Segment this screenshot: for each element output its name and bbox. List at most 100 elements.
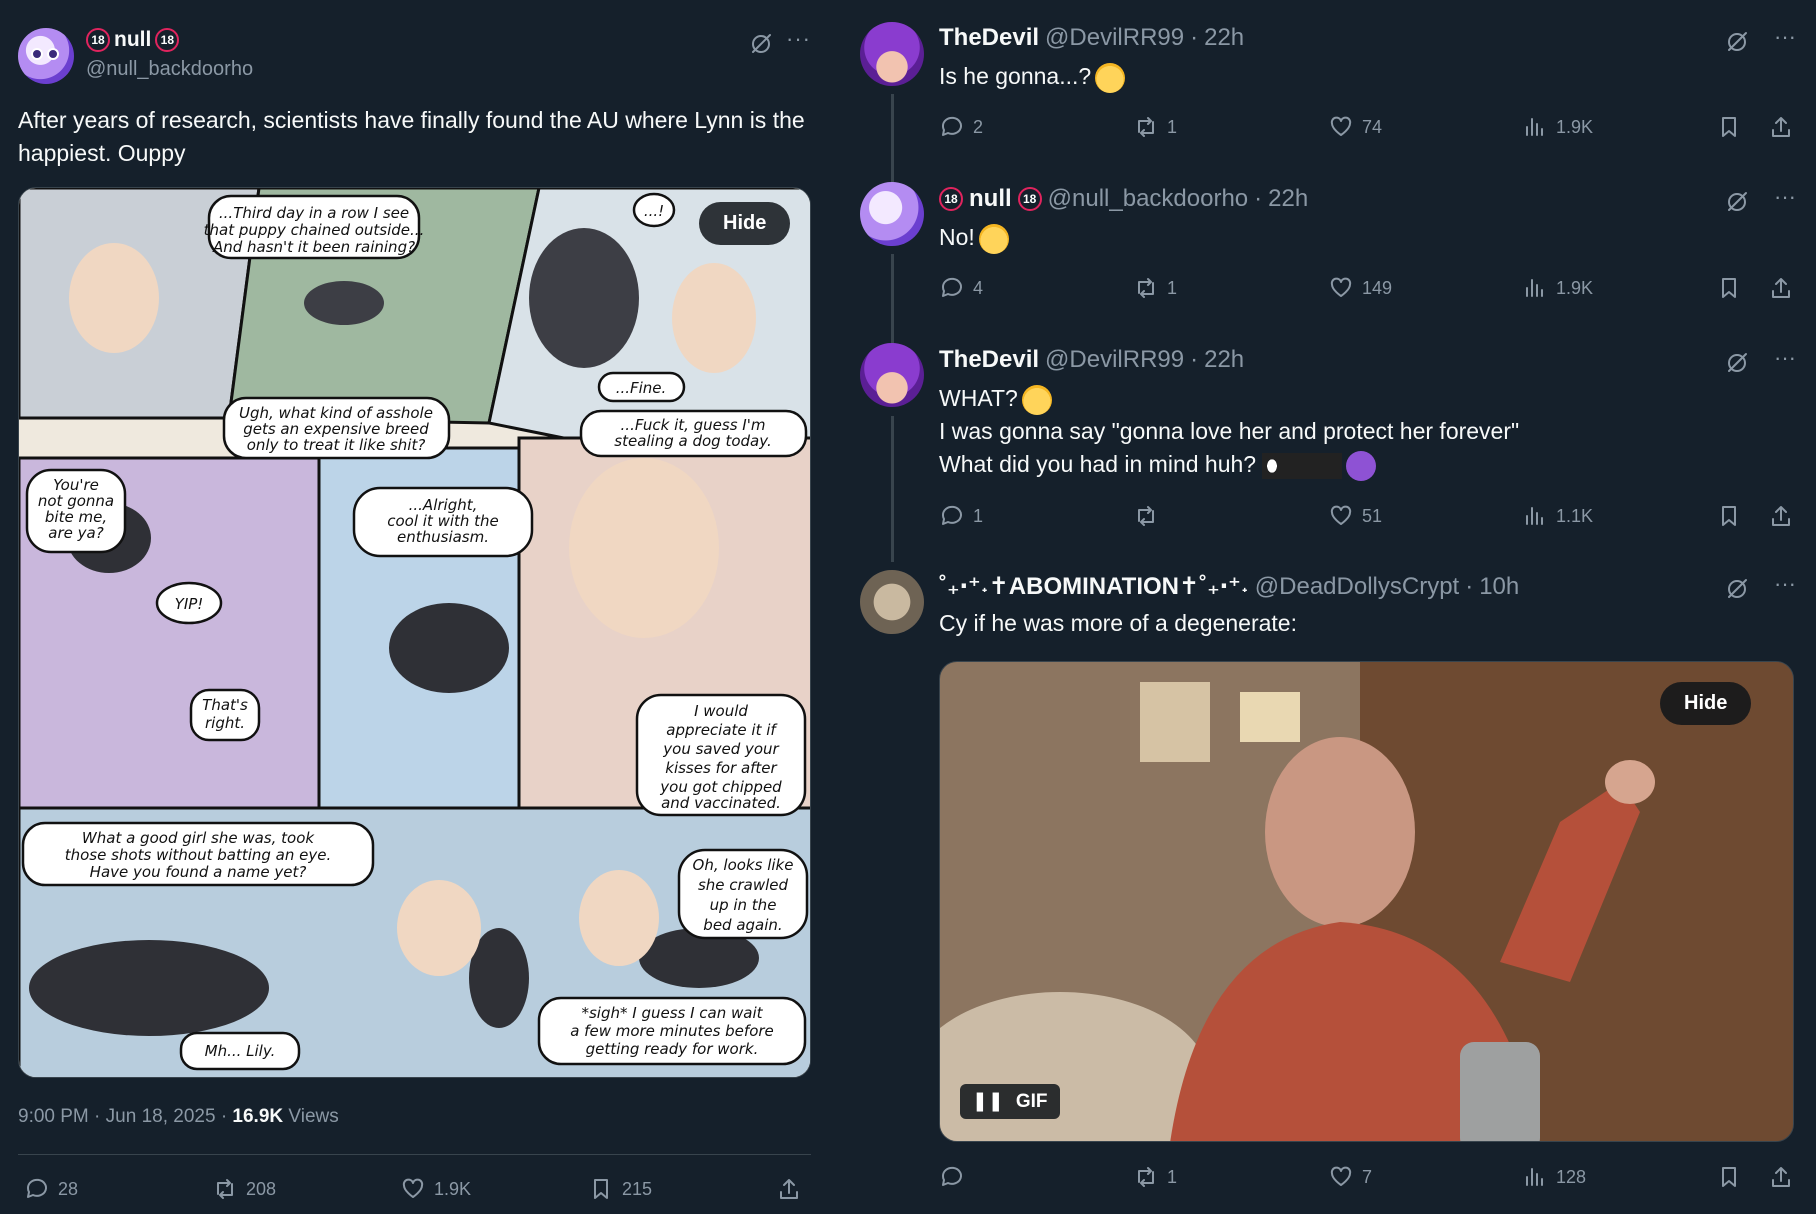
badge-18-icon: 18	[155, 28, 180, 52]
badge-18-icon: 18	[1017, 187, 1042, 211]
heart-icon	[1330, 505, 1352, 525]
share-button[interactable]	[776, 1176, 802, 1202]
post-time[interactable]: 9:00 PM	[18, 1106, 89, 1127]
post-time[interactable]: 22h	[1204, 24, 1244, 52]
more-options-icon[interactable]: ···	[1774, 24, 1796, 50]
svg-text:Mh... Lily.: Mh... Lily.	[205, 1042, 276, 1060]
thread-line	[891, 416, 894, 562]
more-options-icon[interactable]: ···	[1774, 571, 1796, 597]
more-options-icon[interactable]: ···	[786, 26, 811, 52]
author-handle[interactable]: @DevilRR99	[1045, 346, 1184, 374]
author-name[interactable]: TheDevil	[939, 24, 1039, 52]
share-icon	[1772, 1167, 1790, 1187]
svg-text:you saved your: you saved your	[662, 740, 779, 758]
svg-text:and vaccinated.: and vaccinated.	[661, 794, 781, 812]
avatar[interactable]	[860, 22, 924, 86]
author-name[interactable]: 18 null 18	[86, 28, 180, 52]
like-button[interactable]: 74	[1328, 114, 1382, 140]
grok-icon[interactable]	[1724, 349, 1750, 375]
post-time[interactable]: 22h	[1204, 346, 1244, 374]
bookmark-icon	[1722, 506, 1736, 526]
avatar[interactable]	[860, 182, 924, 246]
reply-icon	[941, 1166, 962, 1186]
repost-button[interactable]: 1	[1133, 275, 1177, 301]
grok-icon[interactable]	[748, 30, 774, 56]
comic-image[interactable]: ...Third day in a row I see that puppy c…	[18, 187, 811, 1078]
grok-icon[interactable]	[1724, 188, 1750, 214]
repost-button[interactable]: 208	[212, 1176, 276, 1202]
repost-icon	[1138, 117, 1154, 137]
grok-icon[interactable]	[1724, 575, 1750, 601]
repost-button[interactable]: 1	[1133, 1164, 1177, 1190]
svg-text:are ya?: are ya?	[48, 524, 103, 542]
svg-text:...Fine.: ...Fine.	[616, 379, 667, 397]
author-handle[interactable]: @DeadDollysCrypt	[1255, 573, 1459, 601]
author-name[interactable]: TheDevil	[939, 346, 1039, 374]
repost-button[interactable]: 1	[1133, 114, 1177, 140]
svg-text:...Third day in a row I see: ...Third day in a row I see	[219, 204, 409, 222]
bookmark-button[interactable]	[1716, 1164, 1742, 1190]
avatar[interactable]	[18, 28, 74, 84]
author-name[interactable]: ˚₊‧⁺˖✝ABOMINATION✝˚₊‧⁺˖	[939, 572, 1249, 601]
reply-button[interactable]: 28	[24, 1176, 78, 1202]
more-options-icon[interactable]: ···	[1774, 184, 1796, 210]
bookmark-button[interactable]	[1716, 275, 1742, 301]
author-handle[interactable]: @null_backdoorho	[86, 58, 253, 81]
avatar[interactable]	[860, 570, 924, 634]
svg-text:That's: That's	[202, 696, 248, 714]
svg-text:enthusiasm.: enthusiasm.	[397, 528, 489, 546]
reply-header: TheDevil @DevilRR99 · 22h	[939, 346, 1245, 374]
avatar[interactable]	[860, 343, 924, 407]
bookmark-button[interactable]	[1716, 114, 1742, 140]
post-time[interactable]: 22h	[1268, 185, 1308, 213]
like-button[interactable]: 149	[1328, 275, 1392, 301]
author-name[interactable]: null	[969, 185, 1012, 213]
repost-button[interactable]	[1133, 503, 1167, 529]
main-post: 18 null 18 @null_backdoorho ··· After ye…	[0, 0, 830, 1214]
post-date[interactable]: Jun 18, 2025	[106, 1106, 216, 1127]
svg-text:And hasn't it been raining?: And hasn't it been raining?	[212, 238, 415, 256]
views-button[interactable]: 1.1K	[1522, 503, 1593, 529]
svg-text:she crawled: she crawled	[698, 876, 789, 894]
repost-icon	[1138, 278, 1154, 298]
share-button[interactable]	[1768, 1164, 1794, 1190]
author-handle[interactable]: @null_backdoorho	[1048, 185, 1249, 213]
like-button[interactable]: 1.9K	[400, 1176, 471, 1202]
more-options-icon[interactable]: ···	[1774, 345, 1796, 371]
svg-text:that puppy chained outside...: that puppy chained outside...	[204, 221, 425, 239]
hide-media-button[interactable]: Hide	[1660, 682, 1752, 725]
post-time[interactable]: 10h	[1479, 573, 1519, 601]
share-button[interactable]	[1768, 275, 1794, 301]
author-handle[interactable]: @DevilRR99	[1045, 24, 1184, 52]
bookmark-button[interactable]	[1716, 503, 1742, 529]
svg-text:those shots without batting an: those shots without batting an eye.	[65, 846, 332, 864]
bookmark-button[interactable]: 215	[588, 1176, 652, 1202]
gif-badge[interactable]: ❚❚ GIF	[960, 1084, 1060, 1119]
like-button[interactable]: 51	[1328, 503, 1382, 529]
reply-button[interactable]: 2	[939, 114, 983, 140]
grok-icon[interactable]	[1724, 28, 1750, 54]
like-button[interactable]: 7	[1328, 1164, 1372, 1190]
bookmark-icon	[1722, 278, 1736, 298]
gif-media[interactable]: Hide ❚❚ GIF	[939, 661, 1794, 1142]
views-button[interactable]: 1.9K	[1522, 275, 1593, 301]
reply-button[interactable]: 4	[939, 275, 983, 301]
eyes-icon	[1262, 452, 1343, 479]
share-icon	[1772, 117, 1790, 137]
divider	[18, 1154, 811, 1155]
share-button[interactable]	[1768, 503, 1794, 529]
pause-icon[interactable]: ❚❚	[972, 1090, 1004, 1113]
share-button[interactable]	[1768, 114, 1794, 140]
reply-header: TheDevil @DevilRR99 · 22h	[939, 24, 1245, 52]
views-button[interactable]: 128	[1522, 1164, 1586, 1190]
svg-text:up in the: up in the	[710, 896, 777, 914]
views-button[interactable]: 1.9K	[1522, 114, 1593, 140]
svg-text:...!: ...!	[644, 202, 664, 220]
reply-button[interactable]: 1	[939, 503, 983, 529]
bookmark-icon	[1722, 117, 1736, 137]
hide-media-button[interactable]: Hide	[699, 202, 791, 245]
reply-button[interactable]	[939, 1164, 973, 1190]
reply-header: ˚₊‧⁺˖✝ABOMINATION✝˚₊‧⁺˖ @DeadDollysCrypt…	[939, 572, 1520, 601]
svg-text:YIP!: YIP!	[175, 595, 204, 613]
post-actions: 28 208 1.9K 215	[0, 1176, 830, 1206]
